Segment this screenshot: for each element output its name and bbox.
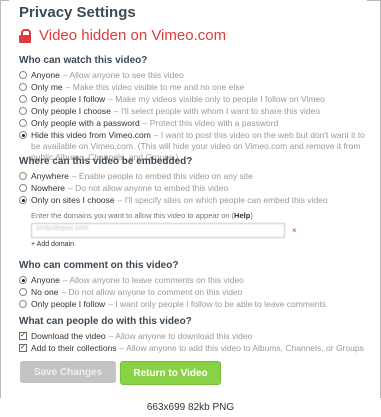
- watch-option-password[interactable]: Only people with a password – Protect thi…: [19, 118, 365, 129]
- domain-input-row: smtpsitepex.com ×: [31, 223, 365, 238]
- embed-option-nowhere[interactable]: Nowhere – Do not allow anyone to embed th…: [19, 183, 365, 194]
- actions-section-title: What can people do with this video?: [19, 316, 192, 327]
- privacy-settings-panel: Privacy Settings Video hidden on Vimeo.c…: [9, 0, 367, 398]
- embed-option-chosen-sites[interactable]: Only on sites I choose – I'll specify sit…: [19, 195, 365, 206]
- comment-option-anyone[interactable]: Anyone – Allow anyone to leave comments o…: [19, 275, 365, 286]
- radio-button-selected[interactable]: [19, 131, 27, 139]
- hidden-notice-text: Video hidden on Vimeo.com: [39, 27, 227, 44]
- radio-button[interactable]: [19, 184, 27, 192]
- radio-button[interactable]: [19, 288, 27, 296]
- radio-button[interactable]: [19, 300, 27, 308]
- radio-button[interactable]: [19, 119, 27, 127]
- action-option-download[interactable]: ✓ Download the video – Allow anyone to dow…: [19, 331, 365, 342]
- embed-option-anywhere[interactable]: Anywhere – Enable people to embed this vi…: [19, 171, 365, 182]
- domain-prompt: Enter the domains you want to allow this…: [31, 211, 253, 220]
- radio-button[interactable]: [19, 107, 27, 115]
- watch-option-anyone[interactable]: Anyone – Allow anyone to see this video: [19, 70, 365, 81]
- comment-section-title: Who can comment on this video?: [19, 260, 179, 271]
- hidden-notice: Video hidden on Vimeo.com: [19, 27, 226, 44]
- embed-section-title: Where can this video be embedded?: [19, 156, 193, 167]
- actions-section: What can people do with this video? ✓ Dow…: [19, 316, 365, 355]
- checkbox-checked[interactable]: ✓: [19, 344, 27, 352]
- radio-button[interactable]: [19, 172, 27, 180]
- domain-input[interactable]: smtpsitepex.com: [31, 223, 285, 238]
- comment-option-follow[interactable]: Only people I follow – I want only people…: [19, 299, 365, 310]
- comment-section: Who can comment on this video? Anyone – A…: [19, 260, 365, 311]
- radio-button[interactable]: [19, 71, 27, 79]
- radio-button[interactable]: [19, 83, 27, 91]
- save-changes-button[interactable]: Save Changes: [20, 361, 116, 383]
- watch-option-follow[interactable]: Only people I follow – Make my videos vis…: [19, 94, 365, 105]
- lock-icon: [19, 28, 31, 43]
- watch-section-title: Who can watch this video?: [19, 55, 148, 66]
- page-title: Privacy Settings: [19, 4, 136, 21]
- embed-section: Where can this video be embedded? Anywhe…: [19, 156, 365, 248]
- image-caption: 663x699 82kb PNG: [0, 398, 381, 417]
- checkbox-checked[interactable]: ✓: [19, 332, 27, 340]
- radio-button-selected[interactable]: [19, 276, 27, 284]
- add-domain-link[interactable]: + Add domain: [31, 241, 365, 248]
- remove-domain-icon[interactable]: ×: [292, 226, 297, 235]
- radio-button[interactable]: [19, 95, 27, 103]
- help-link[interactable]: Help: [234, 211, 250, 220]
- watch-option-choose[interactable]: Only people I choose – I'll select people…: [19, 106, 365, 117]
- comment-option-no-one[interactable]: No one – Do not allow anyone to comment o…: [19, 287, 365, 298]
- watch-section: Who can watch this video? Anyone – Allow …: [19, 55, 365, 164]
- watch-option-only-me[interactable]: Only me – Make this video visible to me a…: [19, 82, 365, 93]
- domain-allowlist: Enter the domains you want to allow this…: [31, 211, 365, 248]
- return-to-video-button[interactable]: Return to Video: [120, 361, 221, 385]
- action-option-collections[interactable]: ✓ Add to their collections – Allow anyone …: [19, 343, 365, 354]
- radio-button-selected[interactable]: [19, 196, 27, 204]
